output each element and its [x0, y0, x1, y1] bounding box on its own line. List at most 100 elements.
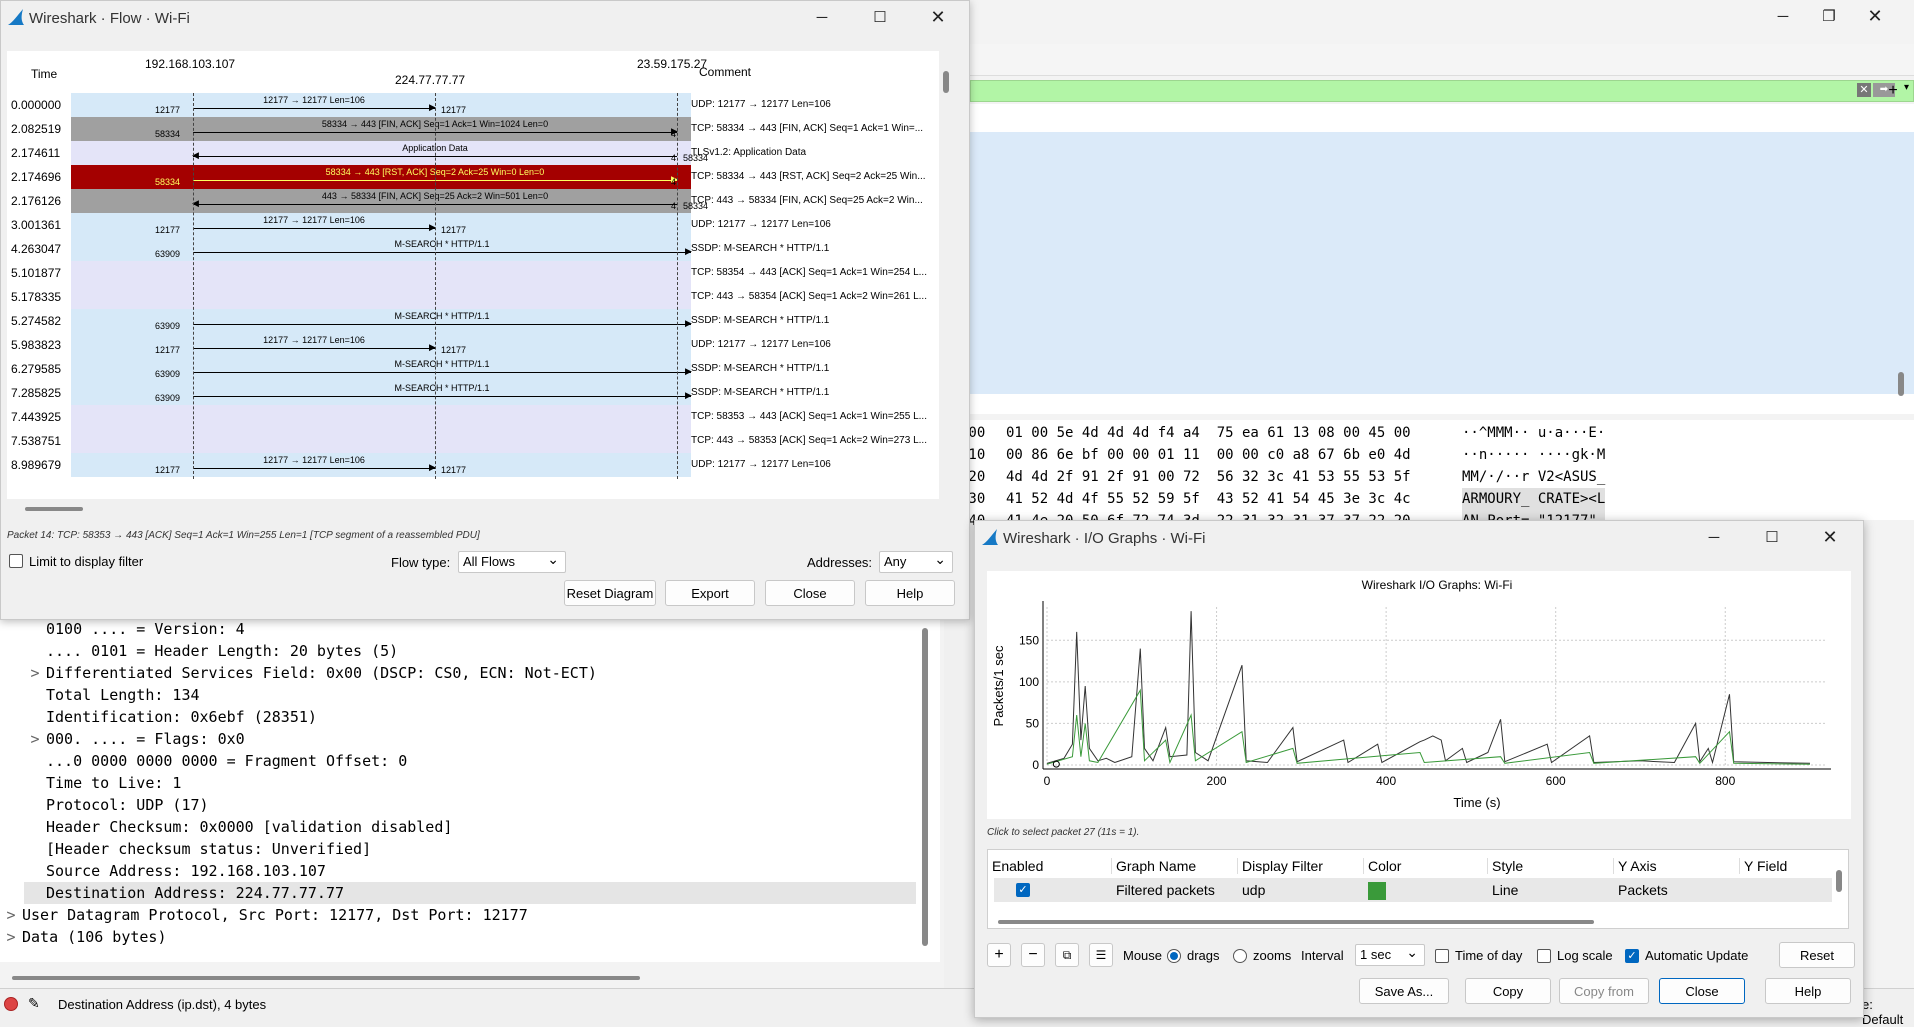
- flow-row[interactable]: 7.538751 TCP: 443 → 58353 [ACK] Seq=1 Ack…: [7, 429, 939, 453]
- flow-row[interactable]: 2.174696 ▶ 58334 → 443 [RST, ACK] Seq=2 Ac…: [7, 165, 939, 189]
- flow-diagram[interactable]: Time 192.168.103.107 224.77.77.77 23.59.…: [7, 51, 949, 499]
- hex-ascii[interactable]: ··n····· ····gk·M: [1462, 444, 1605, 466]
- copy-graph-button[interactable]: ⧉: [1055, 943, 1079, 967]
- tree-item[interactable]: Header Checksum: 0x0000 [validation disa…: [24, 816, 916, 838]
- graph-table-column-header[interactable]: Display Filter: [1237, 858, 1323, 874]
- graph-table[interactable]: Enabled Graph Name Display Filter Color Styl…: [987, 849, 1849, 929]
- packet-list-selected-area[interactable]: [970, 132, 1914, 394]
- tree-item[interactable]: Destination Address: 224.77.77.77: [24, 882, 916, 904]
- flow-vscrollbar[interactable]: [943, 71, 949, 93]
- tree-item[interactable]: .... 0101 = Header Length: 20 bytes (5): [24, 640, 916, 662]
- minimize-icon[interactable]: ─: [1760, 0, 1806, 32]
- hex-bytes[interactable]: 00 86 6e bf 00 00 01 11 00 00 c0 a8 67 6…: [1006, 444, 1411, 466]
- filter-dropdown-icon[interactable]: ▾: [1904, 82, 1909, 93]
- edit-comment-icon[interactable]: ✎: [28, 995, 40, 1012]
- expand-chevron-icon[interactable]: >: [0, 926, 22, 948]
- flow-row[interactable]: 5.178335 TCP: 443 → 58354 [ACK] Seq=1 Ack…: [7, 285, 939, 309]
- profile-text[interactable]: e: Default: [1862, 997, 1914, 1027]
- help-button[interactable]: Help: [1765, 978, 1851, 1004]
- copy-button[interactable]: Copy: [1465, 978, 1551, 1004]
- packet-list-scrollbar[interactable]: [1898, 372, 1904, 396]
- flow-row[interactable]: 0.000000 ▶ 12177 → 12177 Len=106 12177 12177…: [7, 93, 939, 117]
- save-as-button[interactable]: Save As...: [1359, 978, 1449, 1004]
- help-button[interactable]: Help: [865, 580, 955, 606]
- close-button[interactable]: Close: [765, 580, 855, 606]
- graph-color-swatch[interactable]: [1368, 882, 1386, 900]
- graph-table-column-header[interactable]: Y Field: [1739, 858, 1787, 874]
- zooms-radio[interactable]: [1233, 949, 1247, 963]
- log-scale-checkbox[interactable]: [1537, 949, 1551, 963]
- tree-item[interactable]: > Differentiated Services Field: 0x00 (DS…: [24, 662, 916, 684]
- hex-ascii[interactable]: MM/·/··r V2<ASUS_: [1462, 466, 1605, 488]
- tree-item[interactable]: > Data (106 bytes): [0, 926, 916, 948]
- io-chart-svg[interactable]: Wireshark I/O Graphs: Wi-Fi 0 50 100 150 0 200…: [987, 571, 1851, 819]
- graph-style-cell[interactable]: Line: [1492, 882, 1518, 898]
- drags-radio[interactable]: [1167, 949, 1181, 963]
- tree-item[interactable]: Identification: 0x6ebf (28351): [24, 706, 916, 728]
- graph-table-column-header[interactable]: Y Axis: [1613, 858, 1657, 874]
- minimize-icon[interactable]: ─: [1691, 521, 1737, 553]
- io-plot[interactable]: Wireshark I/O Graphs: Wi-Fi 0 50 100 150 0 200…: [987, 571, 1851, 819]
- interval-select[interactable]: 1 sec: [1355, 942, 1425, 966]
- hex-pane[interactable]: 000 01 00 5e 4d 4d 4d f4 a4 75 ea 61 13 0…: [960, 420, 1914, 532]
- details-scrollbar[interactable]: [922, 628, 928, 946]
- add-filter-icon[interactable]: +: [1882, 80, 1904, 102]
- hex-bytes[interactable]: 41 52 4d 4f 55 52 59 5f 43 52 41 54 45 3…: [1006, 488, 1411, 510]
- add-graph-button[interactable]: +: [987, 943, 1011, 967]
- minimize-icon[interactable]: ─: [799, 1, 845, 33]
- graph-table-hscrollbar[interactable]: [998, 920, 1594, 924]
- flow-hscrollbar[interactable]: [25, 507, 83, 511]
- reset-diagram-button[interactable]: Reset Diagram: [564, 580, 656, 606]
- graph-table-vscrollbar[interactable]: [1836, 870, 1842, 892]
- graph-yaxis-cell[interactable]: Packets: [1618, 882, 1668, 898]
- tree-item[interactable]: Source Address: 192.168.103.107: [24, 860, 916, 882]
- graph-settings-button[interactable]: ☰: [1089, 943, 1113, 967]
- close-icon[interactable]: ✕: [915, 1, 961, 33]
- graph-table-column-header[interactable]: Style: [1487, 858, 1523, 874]
- time-of-day-checkbox[interactable]: [1435, 949, 1449, 963]
- flow-row[interactable]: 5.101877 TCP: 58354 → 443 [ACK] Seq=1 Ack…: [7, 261, 939, 285]
- auto-update-checkbox[interactable]: ✓: [1625, 949, 1639, 963]
- hex-ascii[interactable]: ARMOURY_ CRATE><L: [1462, 488, 1606, 510]
- export-button[interactable]: Export: [665, 580, 755, 606]
- flow-row[interactable]: 4.263047 ▶ M-SEARCH * HTTP/1.1 63909 SSDP: M…: [7, 237, 939, 261]
- graph-table-column-header[interactable]: Color: [1363, 858, 1401, 874]
- tree-item[interactable]: Time to Live: 1: [24, 772, 916, 794]
- flow-row[interactable]: 5.983823 ▶ 12177 → 12177 Len=106 12177 12177…: [7, 333, 939, 357]
- close-button[interactable]: Close: [1659, 978, 1745, 1004]
- tree-item[interactable]: ...0 0000 0000 0000 = Fragment Offset: 0: [24, 750, 916, 772]
- expert-info-icon[interactable]: [4, 997, 18, 1011]
- flow-row[interactable]: 7.285825 ▶ M-SEARCH * HTTP/1.1 63909 SSDP: M…: [7, 381, 939, 405]
- limit-display-filter-checkbox[interactable]: [9, 554, 23, 568]
- remove-graph-button[interactable]: −: [1021, 943, 1045, 967]
- graph-table-column-header[interactable]: Enabled: [992, 858, 1043, 874]
- copy-from-button[interactable]: Copy from: [1559, 978, 1649, 1004]
- tree-item[interactable]: 0100 .... = Version: 4: [24, 618, 916, 640]
- details-hscrollbar[interactable]: [12, 976, 640, 980]
- flow-row[interactable]: 2.176126 ◀ 443 → 58334 [FIN, ACK] Seq=25 A…: [7, 189, 939, 213]
- flow-row[interactable]: 5.274582 ▶ M-SEARCH * HTTP/1.1 63909 SSDP: M…: [7, 309, 939, 333]
- maximize-icon[interactable]: ☐: [857, 1, 903, 33]
- expand-chevron-icon[interactable]: >: [24, 728, 46, 750]
- hex-bytes[interactable]: 01 00 5e 4d 4d 4d f4 a4 75 ea 61 13 08 0…: [1006, 422, 1411, 444]
- graph-filter-cell[interactable]: udp: [1242, 882, 1265, 898]
- graph-table-column-header[interactable]: Graph Name: [1111, 858, 1196, 874]
- flow-row[interactable]: 2.082519 ▶ 58334 → 443 [FIN, ACK] Seq=1 Ac…: [7, 117, 939, 141]
- reset-button[interactable]: Reset: [1779, 942, 1855, 968]
- tree-item[interactable]: [Header checksum status: Unverified]: [24, 838, 916, 860]
- tree-item[interactable]: > User Datagram Protocol, Src Port: 12177…: [0, 904, 916, 926]
- maximize-icon[interactable]: ☐: [1749, 521, 1795, 553]
- tree-item[interactable]: Protocol: UDP (17): [24, 794, 916, 816]
- close-icon[interactable]: ✕: [1852, 0, 1898, 32]
- hex-bytes[interactable]: 4d 4d 2f 91 2f 91 00 72 56 32 3c 41 53 5…: [1006, 466, 1411, 488]
- flow-row[interactable]: 3.001361 ▶ 12177 → 12177 Len=106 12177 12177…: [7, 213, 939, 237]
- expand-chevron-icon[interactable]: >: [0, 904, 22, 926]
- flow-row[interactable]: 7.443925 TCP: 58353 → 443 [ACK] Seq=1 Ack…: [7, 405, 939, 429]
- packet-details-tree[interactable]: 0100 .... = Version: 4 .... 0101 = Header…: [0, 618, 940, 962]
- tree-item[interactable]: Total Length: 134: [24, 684, 916, 706]
- flow-type-select[interactable]: All Flows: [458, 549, 566, 573]
- addresses-select[interactable]: Any: [879, 549, 953, 573]
- clear-filter-icon[interactable]: ✕: [1857, 83, 1871, 97]
- graph-enabled-checkbox[interactable]: ✓: [1016, 883, 1030, 897]
- flow-row[interactable]: 2.174611 ◀ Application Data 58334 4 TLSv1.2: …: [7, 141, 939, 165]
